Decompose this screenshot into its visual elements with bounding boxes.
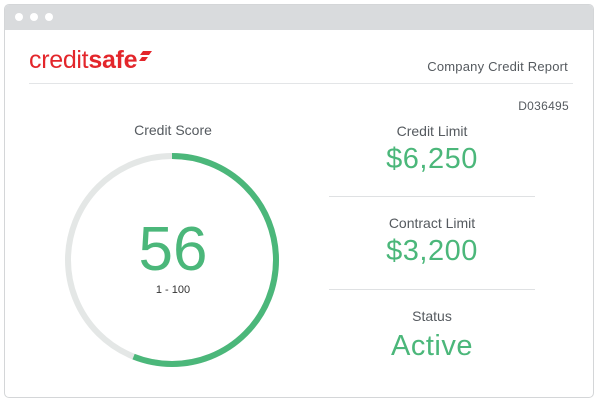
credit-limit-block: Credit Limit $6,250 [329, 121, 535, 177]
contract-limit-block: Contract Limit $3,200 [329, 213, 535, 269]
creditsafe-logo-mark-icon [139, 51, 153, 61]
metric-divider [329, 289, 535, 290]
window-dot-3 [45, 13, 53, 21]
credit-limit-value: $6,250 [386, 143, 478, 175]
logo-text-light: credit [29, 46, 89, 74]
creditsafe-logo: credit safe [29, 45, 153, 75]
metric-divider [329, 196, 535, 197]
credit-limit-label: Credit Limit [396, 123, 468, 139]
window-dot-1 [15, 13, 23, 21]
header-divider [29, 83, 573, 84]
status-label: Status [412, 308, 452, 324]
credit-score-label: Credit Score [134, 122, 212, 138]
status-block: Status Active [329, 306, 535, 366]
credit-score-value: 56 [138, 215, 208, 284]
window-titlebar [5, 5, 593, 30]
report-title: Company Credit Report [427, 59, 568, 74]
status-value: Active [391, 330, 473, 362]
contract-limit-label: Contract Limit [388, 215, 476, 231]
report-id: D036495 [518, 99, 569, 113]
contract-limit-value: $3,200 [386, 235, 478, 267]
logo-text-bold: safe [88, 46, 138, 74]
window-dot-2 [30, 13, 38, 21]
report-window: credit safe Company Credit Report D036495… [4, 4, 594, 398]
credit-score-range: 1 - 100 [155, 284, 191, 296]
